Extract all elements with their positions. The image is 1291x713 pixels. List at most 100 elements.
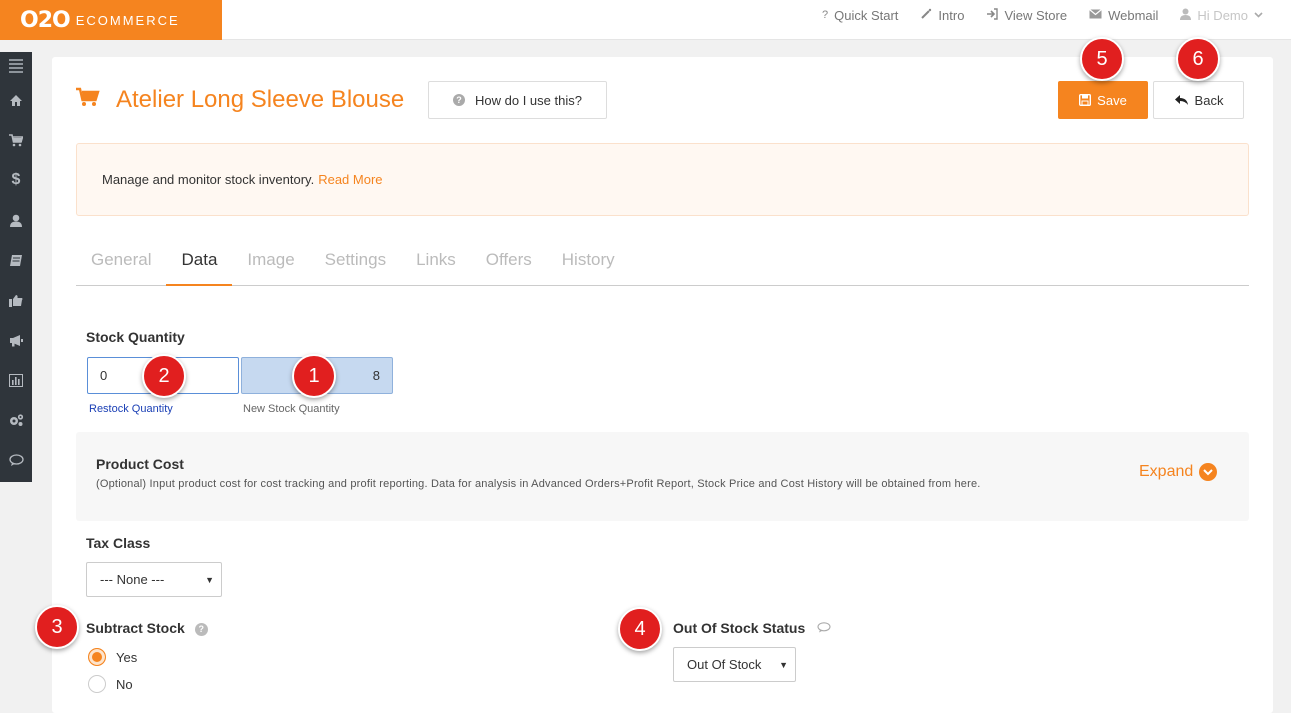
- tab-general[interactable]: General: [76, 240, 166, 286]
- shopping-cart-icon: [76, 87, 106, 113]
- save-button-label: Save: [1097, 92, 1127, 108]
- tax-class-label: Tax Class: [86, 535, 151, 551]
- thumbs-up-icon: [9, 294, 23, 307]
- quick-start-label: Quick Start: [834, 7, 899, 23]
- sidebar-item-orders[interactable]: [0, 120, 32, 160]
- tab-history[interactable]: History: [547, 240, 630, 286]
- comment-icon[interactable]: [817, 621, 831, 636]
- user-icon: [10, 214, 22, 227]
- product-cost-title: Product Cost: [96, 456, 184, 472]
- tax-class-select[interactable]: --- None --- ▼: [86, 562, 222, 597]
- sidebar-item-home[interactable]: [0, 80, 32, 120]
- out-of-stock-status-select[interactable]: Out Of Stock ▼: [673, 647, 796, 682]
- question-circle-icon: ?: [453, 94, 466, 106]
- radio-yes-label: Yes: [116, 649, 138, 665]
- back-button-label: Back: [1194, 92, 1224, 108]
- callout-badge-4: 4: [618, 607, 662, 651]
- dollar-icon: $: [11, 171, 21, 188]
- sidebar-item-reviews[interactable]: [0, 280, 32, 320]
- info-text: Manage and monitor stock inventory.: [102, 172, 315, 187]
- webmail-label: Webmail: [1108, 7, 1159, 23]
- info-banner: Manage and monitor stock inventory. Read…: [76, 143, 1249, 216]
- subtract-stock-label: Subtract Stock ?: [86, 620, 208, 636]
- logo-text: ECOMMERCE: [75, 12, 180, 28]
- intro-label: Intro: [938, 7, 965, 23]
- sidebar-item-reports[interactable]: [0, 360, 32, 400]
- tab-data[interactable]: Data: [166, 240, 233, 286]
- how-do-i-use-this-button[interactable]: ? How do I use this?: [428, 81, 607, 119]
- chevron-circle-down-icon: [1199, 463, 1218, 481]
- gears-icon: [9, 414, 23, 426]
- view-store-link[interactable]: View Store: [986, 8, 1067, 23]
- radio-no[interactable]: [88, 675, 106, 693]
- product-cost-description: (Optional) Input product cost for cost t…: [96, 478, 981, 490]
- radio-no-label: No: [116, 676, 133, 692]
- magic-wand-icon: [920, 8, 932, 23]
- sidebar-item-chat[interactable]: [0, 440, 32, 480]
- user-menu[interactable]: Hi Demo: [1180, 8, 1263, 23]
- chart-icon: [9, 373, 23, 387]
- dropdown-arrow-icon: ▼: [779, 659, 788, 670]
- tab-bar: General Data Image Settings Links Offers…: [76, 240, 1249, 286]
- user-icon: [1180, 8, 1192, 23]
- intro-link[interactable]: Intro: [920, 8, 964, 23]
- sidebar-toggle[interactable]: [0, 52, 32, 80]
- out-of-stock-status-value: Out Of Stock: [687, 657, 762, 672]
- reply-arrow-icon: [1174, 95, 1188, 105]
- help-button-label: How do I use this?: [475, 92, 582, 108]
- sidebar-item-customers[interactable]: [0, 200, 32, 240]
- top-nav: ? Quick Start Intro View Store Webmail H…: [822, 0, 1263, 30]
- logo-mark: O2O: [20, 7, 71, 33]
- stock-quantity-label: Stock Quantity: [86, 329, 185, 345]
- sidebar-item-marketing[interactable]: [0, 320, 32, 360]
- floppy-disk-icon: [1079, 94, 1092, 106]
- dropdown-arrow-icon: ▼: [205, 574, 214, 585]
- envelope-icon: [1089, 8, 1102, 22]
- new-stock-quantity-caption: New Stock Quantity: [243, 403, 340, 415]
- page-header: Atelier Long Sleeve Blouse: [76, 81, 404, 119]
- sidebar: $: [0, 52, 32, 482]
- sidebar-item-settings[interactable]: [0, 400, 32, 440]
- webmail-link[interactable]: Webmail: [1089, 8, 1158, 23]
- expand-label: Expand: [1139, 463, 1194, 480]
- menu-icon: [9, 59, 23, 73]
- home-icon: [10, 94, 22, 106]
- user-label: Hi Demo: [1197, 7, 1248, 23]
- subtract-stock-yes[interactable]: Yes: [88, 648, 137, 666]
- back-button[interactable]: Back: [1153, 81, 1244, 119]
- subtract-stock-no[interactable]: No: [88, 675, 133, 693]
- callout-badge-5: 5: [1080, 37, 1124, 81]
- chevron-down-icon: [1254, 9, 1263, 21]
- cart-icon: [9, 133, 23, 146]
- out-of-stock-status-label: Out Of Stock Status: [673, 620, 831, 636]
- comment-icon: [8, 453, 24, 466]
- callout-badge-1: 1: [292, 354, 336, 398]
- restock-quantity-caption: Restock Quantity: [89, 403, 173, 415]
- book-icon: [10, 254, 22, 266]
- product-cost-section: Product Cost (Optional) Input product co…: [76, 432, 1249, 521]
- subtract-stock-label-text: Subtract Stock: [86, 620, 185, 636]
- sidebar-item-sales[interactable]: $: [0, 160, 32, 200]
- sidebar-item-catalog[interactable]: [0, 240, 32, 280]
- tax-class-value: --- None ---: [100, 572, 165, 587]
- tab-image[interactable]: Image: [232, 240, 309, 286]
- logo[interactable]: O2O ECOMMERCE: [0, 0, 222, 40]
- megaphone-icon: [10, 334, 23, 346]
- callout-badge-2: 2: [142, 354, 186, 398]
- callout-badge-6: 6: [1176, 37, 1220, 81]
- view-store-label: View Store: [1004, 7, 1068, 23]
- callout-badge-3: 3: [35, 605, 79, 649]
- tab-offers[interactable]: Offers: [471, 240, 547, 286]
- tab-settings[interactable]: Settings: [310, 240, 401, 286]
- question-circle-icon[interactable]: ?: [194, 622, 208, 636]
- radio-yes[interactable]: [88, 648, 106, 666]
- question-icon: ?: [822, 9, 829, 21]
- expand-button[interactable]: Expand: [1139, 463, 1218, 481]
- read-more-link[interactable]: Read More: [318, 172, 382, 187]
- quick-start-link[interactable]: ? Quick Start: [822, 8, 898, 23]
- tab-links[interactable]: Links: [401, 240, 471, 286]
- sign-in-icon: [986, 7, 999, 23]
- page-title: Atelier Long Sleeve Blouse: [116, 86, 405, 113]
- out-of-stock-status-label-text: Out Of Stock Status: [673, 620, 806, 636]
- save-button[interactable]: Save: [1058, 81, 1148, 119]
